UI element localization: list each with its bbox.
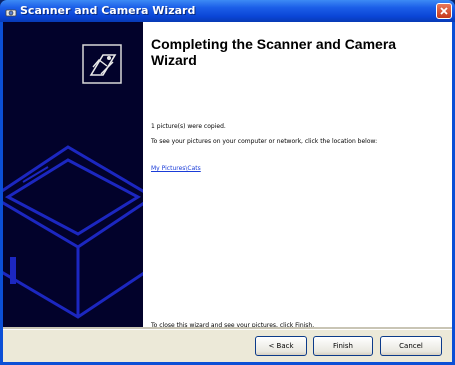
- copied-count-text: 1 picture(s) were copied.: [151, 123, 226, 130]
- close-icon: [440, 7, 448, 15]
- back-button[interactable]: < Back: [255, 336, 307, 356]
- page-title: Completing the Scanner and Camera Wizard: [151, 36, 397, 68]
- finish-button[interactable]: Finish: [313, 336, 373, 356]
- scanner-camera-icon: [5, 4, 17, 17]
- cancel-button[interactable]: Cancel: [380, 336, 442, 356]
- wizard-content: Completing the Scanner and Camera Wizard…: [143, 22, 452, 329]
- pictures-location-link[interactable]: My Pictures\Cats: [151, 165, 201, 172]
- close-button[interactable]: [436, 3, 452, 19]
- title-bar[interactable]: Scanner and Camera Wizard: [0, 0, 455, 22]
- camera-wizard-icon: [82, 44, 122, 84]
- scanner-illustration: [3, 44, 143, 319]
- window-title: Scanner and Camera Wizard: [20, 4, 196, 17]
- button-bar: < Back Finish Cancel: [3, 330, 452, 362]
- wizard-window: Scanner and Camera Wizard Completing the…: [0, 0, 455, 365]
- wizard-side-panel: [3, 22, 143, 327]
- see-pictures-text: To see your pictures on your computer or…: [151, 138, 378, 145]
